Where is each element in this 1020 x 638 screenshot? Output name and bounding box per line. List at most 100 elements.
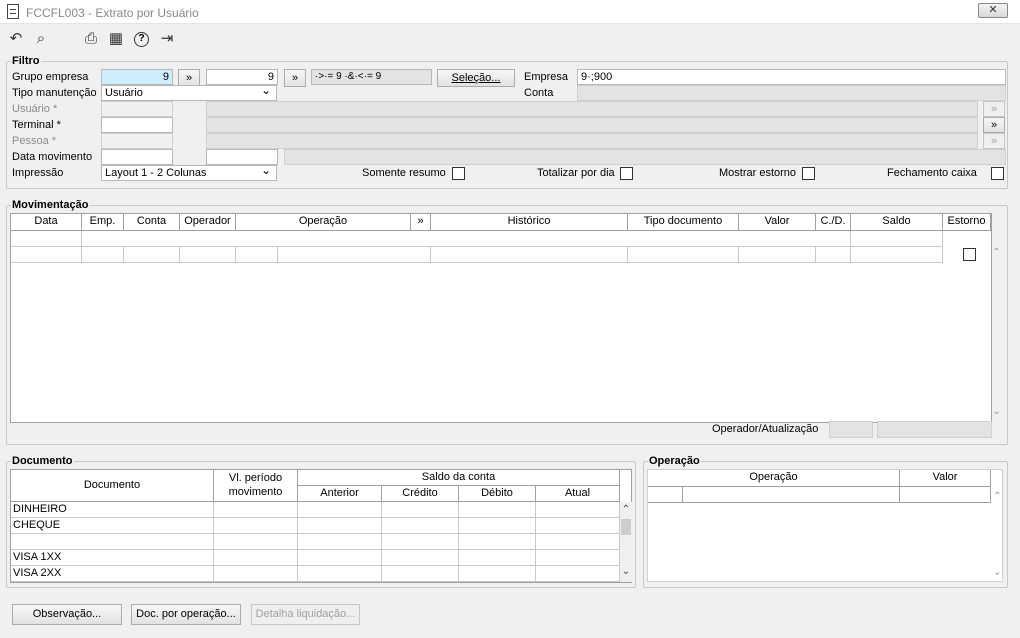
help-icon[interactable]: ? [134,32,149,47]
table-cell[interactable] [214,566,298,582]
table-cell[interactable] [214,518,298,534]
documento-scrollbar[interactable]: ⌃ ⌄ [620,502,632,582]
doc-por-operacao-button[interactable]: Doc. por operação... [131,604,241,625]
table-cell[interactable] [214,550,298,566]
col-debito[interactable]: Débito [459,486,536,502]
terminal-lookup-button[interactable]: » [983,117,1005,133]
table-cell[interactable] [816,247,851,263]
selecao-button[interactable]: Seleção... [437,69,515,87]
table-cell[interactable] [82,247,124,263]
documento-row-label[interactable] [11,534,214,550]
empresa-input[interactable]: 9·;900 [577,69,1006,85]
table-cell[interactable] [739,247,816,263]
table-cell[interactable] [851,247,943,263]
table-cell[interactable] [648,487,683,503]
table-cell[interactable] [298,566,382,582]
table-cell[interactable] [298,550,382,566]
col-emp[interactable]: Emp. [82,214,124,231]
table-cell[interactable] [459,534,536,550]
grupo-empresa-from-input[interactable]: 9 [101,69,173,85]
scroll-up-icon[interactable]: ⌃ [988,247,1005,258]
table-cell[interactable] [382,502,459,518]
documento-table[interactable]: Documento Vl. período movimento Saldo da… [10,469,632,583]
col-documento[interactable]: Documento [11,470,214,502]
col-cd[interactable]: C./D. [816,214,851,231]
col-saldo[interactable]: Saldo [851,214,943,231]
table-cell[interactable] [459,566,536,582]
table-cell[interactable] [298,534,382,550]
estorno-checkbox[interactable] [963,248,976,261]
totalizar-por-dia-checkbox[interactable] [620,167,633,180]
data-movimento-from-input[interactable] [101,149,173,165]
print-icon[interactable]: ⎙ [81,29,101,49]
table-cell[interactable] [382,550,459,566]
scroll-thumb[interactable] [621,519,631,535]
table-cell[interactable] [298,502,382,518]
table-cell[interactable] [382,534,459,550]
scroll-up-icon[interactable]: ⌃ [989,491,1006,502]
table-cell[interactable] [382,566,459,582]
table-cell[interactable] [683,487,900,503]
movimentacao-table[interactable]: Data Emp. Conta Operador Operação » Hist… [10,213,992,423]
fechamento-caixa-checkbox[interactable] [991,167,1004,180]
col-operacao-valor[interactable]: Valor [900,470,991,487]
grupo-empresa-to-expand-button[interactable]: » [284,69,306,87]
col-data[interactable]: Data [11,214,82,231]
table-cell[interactable] [214,502,298,518]
table-cell[interactable] [900,487,991,503]
col-operador[interactable]: Operador [180,214,236,231]
exit-icon[interactable]: ⇥ [157,29,177,49]
table-cell[interactable] [214,534,298,550]
col-anterior[interactable]: Anterior [298,486,382,502]
documento-row-label[interactable]: VISA 1XX [11,550,214,566]
table-cell[interactable] [851,231,943,247]
impressao-select[interactable]: Layout 1 - 2 Colunas [101,165,277,181]
operacao-table[interactable]: Operação Valor [647,469,1003,582]
mostrar-estorno-checkbox[interactable] [802,167,815,180]
terminal-input[interactable] [101,117,173,133]
table-cell[interactable] [536,518,620,534]
col-valor[interactable]: Valor [739,214,816,231]
col-estorno[interactable]: Estorno [943,214,991,231]
table-cell[interactable] [236,247,278,263]
table-cell[interactable] [298,518,382,534]
table-cell[interactable] [82,231,851,247]
observacao-button[interactable]: Observação... [12,604,122,625]
table-cell[interactable] [536,534,620,550]
tipo-manutencao-select[interactable]: Usuário [101,85,277,101]
table-cell[interactable] [124,247,180,263]
scroll-up-icon[interactable]: ⌃ [621,504,631,515]
documento-row-label[interactable]: VISA 2XX [11,566,214,582]
documento-row-label[interactable]: DINHEIRO [11,502,214,518]
col-historico[interactable]: Histórico [431,214,628,231]
col-vl-periodo[interactable]: Vl. período movimento [214,470,298,502]
scroll-down-icon[interactable]: ⌄ [621,566,631,577]
table-cell[interactable] [431,247,628,263]
undo-icon[interactable]: ↶ [6,29,26,49]
calendar-icon[interactable]: ▦ [106,29,126,49]
table-cell[interactable] [628,247,739,263]
col-conta[interactable]: Conta [124,214,180,231]
col-credito[interactable]: Crédito [382,486,459,502]
search-icon[interactable]: ⌕ [31,29,51,49]
table-cell[interactable] [11,231,82,247]
table-cell[interactable] [278,247,431,263]
table-cell[interactable] [459,550,536,566]
scroll-down-icon[interactable]: ⌄ [988,406,1005,417]
table-cell[interactable] [459,518,536,534]
scroll-down-icon[interactable]: ⌄ [989,567,1006,578]
col-expand[interactable]: » [411,214,431,231]
table-cell[interactable] [536,566,620,582]
col-operacao[interactable]: Operação [236,214,411,231]
documento-row-label[interactable]: CHEQUE [11,518,214,534]
table-cell[interactable] [180,247,236,263]
table-cell[interactable] [459,502,536,518]
table-cell[interactable] [536,502,620,518]
col-tipo-documento[interactable]: Tipo documento [628,214,739,231]
col-saldo-conta[interactable]: Saldo da conta [298,470,620,486]
table-cell[interactable] [382,518,459,534]
col-operacao-name[interactable]: Operação [648,470,900,487]
data-movimento-to-input[interactable] [206,149,278,165]
somente-resumo-checkbox[interactable] [452,167,465,180]
close-button[interactable]: ✕ [978,3,1008,18]
